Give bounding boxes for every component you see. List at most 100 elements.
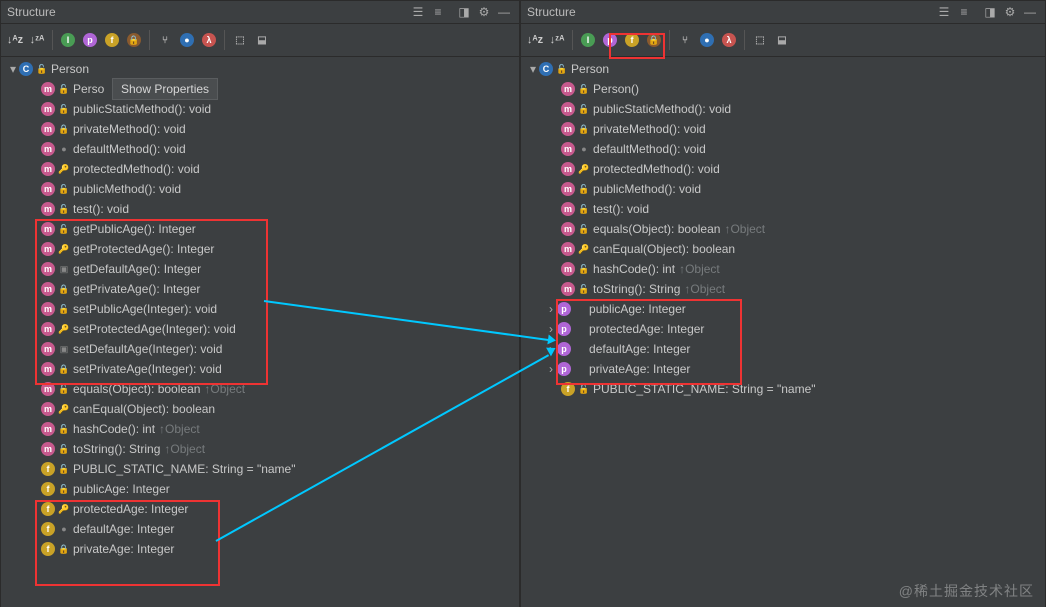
tree-item[interactable]: m 🔑 getProtectedAge(): Integer: [1, 239, 519, 259]
toolbar-fields-button[interactable]: f: [102, 30, 122, 50]
tree-item-label: defaultMethod(): void: [73, 142, 186, 156]
tree-item[interactable]: m 🔒 privateMethod(): void: [521, 119, 1045, 139]
tree-item[interactable]: m 🔓 equals(Object): boolean ↑Object: [1, 379, 519, 399]
m-badge-icon: m: [41, 262, 55, 276]
toolbar-lock-button[interactable]: 🔒: [644, 30, 664, 50]
tree-item[interactable]: m 🔓 hashCode(): int ↑Object: [1, 419, 519, 439]
tree-item[interactable]: m 🔓 publicStaticMethod(): void: [1, 99, 519, 119]
tree[interactable]: ▾ C 🔓 Person m 🔓 Perso m 🔓 publicStaticM…: [1, 57, 519, 607]
toolbar-interface-button[interactable]: ●: [697, 30, 717, 50]
tree-item[interactable]: m 🔑 protectedMethod(): void: [1, 159, 519, 179]
tree-item-label: defaultAge: Integer: [73, 522, 174, 536]
tree-item[interactable]: m 🔓 toString(): String ↑Object: [521, 279, 1045, 299]
tree[interactable]: ▾ C 🔓 Person m 🔓 Person() m 🔓 publicStat…: [521, 57, 1045, 607]
tree-item[interactable]: m 🔓 test(): void: [521, 199, 1045, 219]
visibility-lock-icon: 🔒: [59, 284, 69, 294]
toolbar-lock-button[interactable]: 🔒: [124, 30, 144, 50]
visibility-open-icon: 🔓: [59, 224, 69, 234]
tree-item[interactable]: m 🔒 getPrivateAge(): Integer: [1, 279, 519, 299]
tree-item[interactable]: m 🔓 Perso: [1, 79, 519, 99]
gear-icon[interactable]: ⚙: [475, 3, 493, 21]
tree-item[interactable]: m 🔓 getPublicAge(): Integer: [1, 219, 519, 239]
tree-item[interactable]: › p protectedAge: Integer: [521, 319, 1045, 339]
tree-item[interactable]: m 🔓 publicStaticMethod(): void: [521, 99, 1045, 119]
toolbar-sort-za-button[interactable]: ↓ᶻᴬ: [547, 30, 567, 50]
tree-item[interactable]: m ● defaultMethod(): void: [1, 139, 519, 159]
chevron-down-icon[interactable]: ▾: [527, 62, 539, 76]
tree-item[interactable]: m ● defaultMethod(): void: [521, 139, 1045, 159]
toolbar-fields-button[interactable]: f: [622, 30, 642, 50]
toolbar-sort-za-button[interactable]: ↓ᶻᴬ: [27, 30, 47, 50]
tree-item[interactable]: f 🔓 PUBLIC_STATIC_NAME: String = "name": [521, 379, 1045, 399]
visibility-open-icon: 🔓: [579, 284, 589, 294]
toolbar-properties-button[interactable]: p: [80, 30, 100, 50]
tree-item[interactable]: m ▣ getDefaultAge(): Integer: [1, 259, 519, 279]
toolbar-collapse-button[interactable]: ⬓: [252, 30, 272, 50]
toolbar-expand-button[interactable]: ⬚: [230, 30, 250, 50]
panel-title-bar: Structure ☰ ≡ ◨ ⚙ —: [1, 1, 519, 24]
tree-root[interactable]: ▾ C 🔓 Person: [1, 59, 519, 79]
tree-item-label: protectedMethod(): void: [593, 162, 720, 176]
m-badge-icon: m: [41, 122, 55, 136]
settings-icon[interactable]: ☰: [409, 3, 427, 21]
visibility-lock-icon: 🔒: [579, 124, 589, 134]
tree-item[interactable]: m 🔓 Person(): [521, 79, 1045, 99]
visibility-pkg-icon: ▣: [59, 344, 69, 354]
toolbar-collapse-button[interactable]: ⬓: [772, 30, 792, 50]
visibility-open-icon: 🔓: [579, 384, 589, 394]
toolbar: ↓ᴬz↓ᶻᴬ Ipf🔒 ⑂●λ ⬚⬓: [521, 24, 1045, 57]
dock-icon[interactable]: ◨: [455, 3, 473, 21]
tree-item-label: test(): void: [593, 202, 649, 216]
toolbar-anon-button[interactable]: ⑂: [675, 30, 695, 50]
toolbar-anon-button[interactable]: ⑂: [155, 30, 175, 50]
settings-icon[interactable]: ☰: [935, 3, 953, 21]
toolbar-lambda-button[interactable]: λ: [719, 30, 739, 50]
toolbar-sort-az-button[interactable]: ↓ᴬz: [5, 30, 25, 50]
tree-item-label: hashCode(): int: [73, 422, 155, 436]
tree-item[interactable]: m 🔓 hashCode(): int ↑Object: [521, 259, 1045, 279]
toolbar-inherited-button[interactable]: I: [578, 30, 598, 50]
visibility-lock-icon: 🔒: [59, 124, 69, 134]
tree-item[interactable]: m 🔓 equals(Object): boolean ↑Object: [521, 219, 1045, 239]
tree-item-label: canEqual(Object): boolean: [73, 402, 215, 416]
tree-item-label: getProtectedAge(): Integer: [73, 242, 214, 256]
toolbar-expand-button[interactable]: ⬚: [750, 30, 770, 50]
tree-item[interactable]: › p defaultAge: Integer: [521, 339, 1045, 359]
chevron-right-icon[interactable]: ›: [545, 362, 557, 376]
tree-item[interactable]: › p privateAge: Integer: [521, 359, 1045, 379]
gear-icon[interactable]: ⚙: [1001, 3, 1019, 21]
tree-item[interactable]: f 🔒 privateAge: Integer: [1, 539, 519, 559]
tree-item[interactable]: f ● defaultAge: Integer: [1, 519, 519, 539]
tree-item[interactable]: f 🔓 publicAge: Integer: [1, 479, 519, 499]
collapse-icon[interactable]: ≡: [955, 3, 973, 21]
tree-item[interactable]: m ▣ setDefaultAge(Integer): void: [1, 339, 519, 359]
chevron-down-icon[interactable]: ▾: [7, 62, 19, 76]
tree-item[interactable]: m 🔑 setProtectedAge(Integer): void: [1, 319, 519, 339]
toolbar-properties-button[interactable]: p: [600, 30, 620, 50]
toolbar-lambda-button[interactable]: λ: [199, 30, 219, 50]
tree-item[interactable]: m 🔓 publicMethod(): void: [1, 179, 519, 199]
tree-item[interactable]: m 🔑 protectedMethod(): void: [521, 159, 1045, 179]
hide-icon[interactable]: —: [495, 3, 513, 21]
tree-item[interactable]: m 🔒 setPrivateAge(Integer): void: [1, 359, 519, 379]
p-badge-icon: p: [557, 342, 571, 356]
tree-item[interactable]: f 🔓 PUBLIC_STATIC_NAME: String = "name": [1, 459, 519, 479]
tree-item[interactable]: m 🔓 publicMethod(): void: [521, 179, 1045, 199]
dock-icon[interactable]: ◨: [981, 3, 999, 21]
tree-item[interactable]: m 🔓 setPublicAge(Integer): void: [1, 299, 519, 319]
tree-item[interactable]: m 🔒 privateMethod(): void: [1, 119, 519, 139]
tree-item[interactable]: m 🔓 toString(): String ↑Object: [1, 439, 519, 459]
toolbar-sort-az-button[interactable]: ↓ᴬz: [525, 30, 545, 50]
tree-item[interactable]: › p publicAge: Integer: [521, 299, 1045, 319]
visibility-key-icon: 🔑: [579, 244, 589, 254]
tree-root[interactable]: ▾ C 🔓 Person: [521, 59, 1045, 79]
toolbar-interface-button[interactable]: ●: [177, 30, 197, 50]
collapse-icon[interactable]: ≡: [429, 3, 447, 21]
tree-item[interactable]: m 🔓 test(): void: [1, 199, 519, 219]
toolbar-inherited-button[interactable]: I: [58, 30, 78, 50]
toolbar-separator: [224, 30, 225, 50]
hide-icon[interactable]: —: [1021, 3, 1039, 21]
chevron-right-icon[interactable]: ›: [545, 302, 557, 316]
visibility-lock-icon: 🔒: [59, 544, 69, 554]
tree-item[interactable]: m 🔑 canEqual(Object): boolean: [521, 239, 1045, 259]
